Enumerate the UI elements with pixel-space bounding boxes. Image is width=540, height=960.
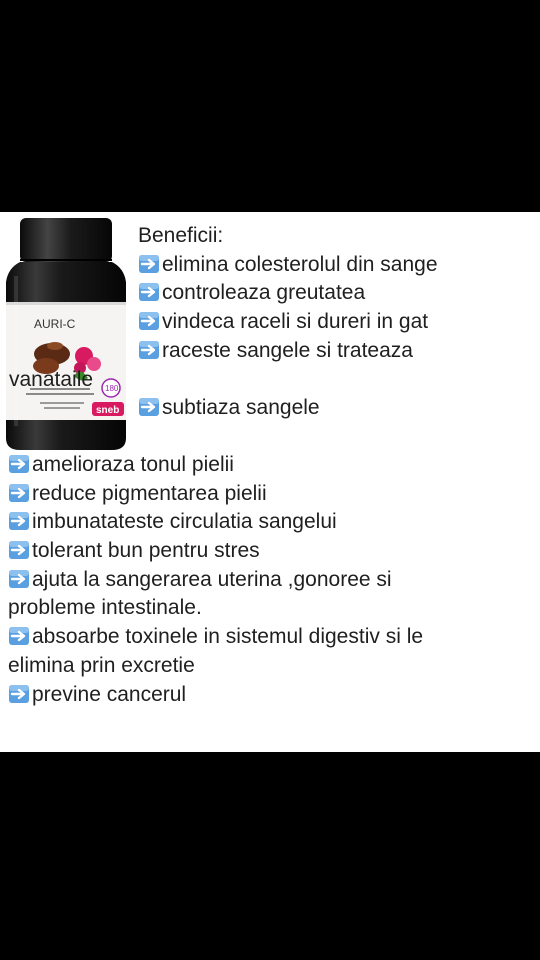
benefit-item: amelioraza tonul pielii (8, 451, 532, 480)
screen: AURI-C 180 sneb Beneficii: elimina coles… (0, 0, 540, 960)
benefit-item-text: amelioraza tonul pielii (32, 452, 234, 476)
benefit-item-text: imbunatateste circulatia sangelui (32, 510, 337, 534)
benefit-item-continuation: vanataile (9, 367, 94, 391)
benefit-item: absoarbe toxinele in sistemul digestiv s… (8, 623, 532, 652)
benefit-item-text: previne cancerul (32, 682, 187, 706)
benefit-item-text: elimina colesterolul din sange (162, 252, 438, 276)
benefit-item-continuation: elimina prin excretie (8, 653, 195, 677)
benefit-item-text: subtiaza sangele (162, 396, 320, 420)
post-image-card: AURI-C 180 sneb Beneficii: elimina coles… (0, 212, 540, 752)
benefit-item: previne cancerul (8, 681, 532, 710)
benefit-item: tolerant bun pentru stres (8, 537, 532, 566)
benefits-bottom-block: amelioraza tonul pielii reduce pigmentar… (8, 451, 532, 709)
right-arrow-icon (138, 340, 160, 360)
right-arrow-icon (8, 454, 30, 474)
benefits-text: Beneficii: elimina colesterolul din sang… (0, 222, 532, 709)
benefit-item: ajuta la sangerarea uterina ,gonoree si (8, 566, 532, 595)
right-arrow-icon (8, 684, 30, 704)
benefit-item-text: vindeca raceli si dureri in gat (162, 310, 429, 334)
benefits-heading: Beneficii: (138, 224, 224, 247)
benefit-item: imbunatateste circulatia sangelui (8, 508, 532, 537)
right-arrow-icon (138, 254, 160, 274)
benefit-item-text: reduce pigmentarea pielii (32, 481, 267, 505)
benefit-item-text: absoarbe toxinele in sistemul digestiv s… (32, 625, 424, 649)
right-arrow-icon (8, 511, 30, 531)
right-arrow-icon (138, 282, 160, 302)
benefit-item-continuation: probleme intestinale. (8, 596, 202, 620)
benefit-item: reduce pigmentarea pielii (8, 480, 532, 509)
benefit-item: controleaza greutatea (138, 279, 532, 308)
right-arrow-icon (8, 569, 30, 589)
right-arrow-icon (8, 483, 30, 503)
right-arrow-icon (8, 626, 30, 646)
benefit-item: subtiaza sangele (138, 394, 532, 423)
right-arrow-icon (138, 397, 160, 417)
benefit-item: raceste sangele si trateaza (138, 337, 532, 366)
benefit-item: elimina colesterolul din sange (138, 251, 532, 280)
benefits-top-block: Beneficii: elimina colesterolul din sang… (9, 222, 532, 423)
benefit-item-text: raceste sangele si trateaza (162, 338, 413, 362)
benefit-item-text: controleaza greutatea (162, 281, 366, 305)
benefit-item: vindeca raceli si dureri in gat (138, 308, 532, 337)
right-arrow-icon (138, 311, 160, 331)
benefit-item-text: tolerant bun pentru stres (32, 539, 260, 563)
right-arrow-icon (8, 540, 30, 560)
benefit-item-text: ajuta la sangerarea uterina ,gonoree si (32, 567, 392, 591)
